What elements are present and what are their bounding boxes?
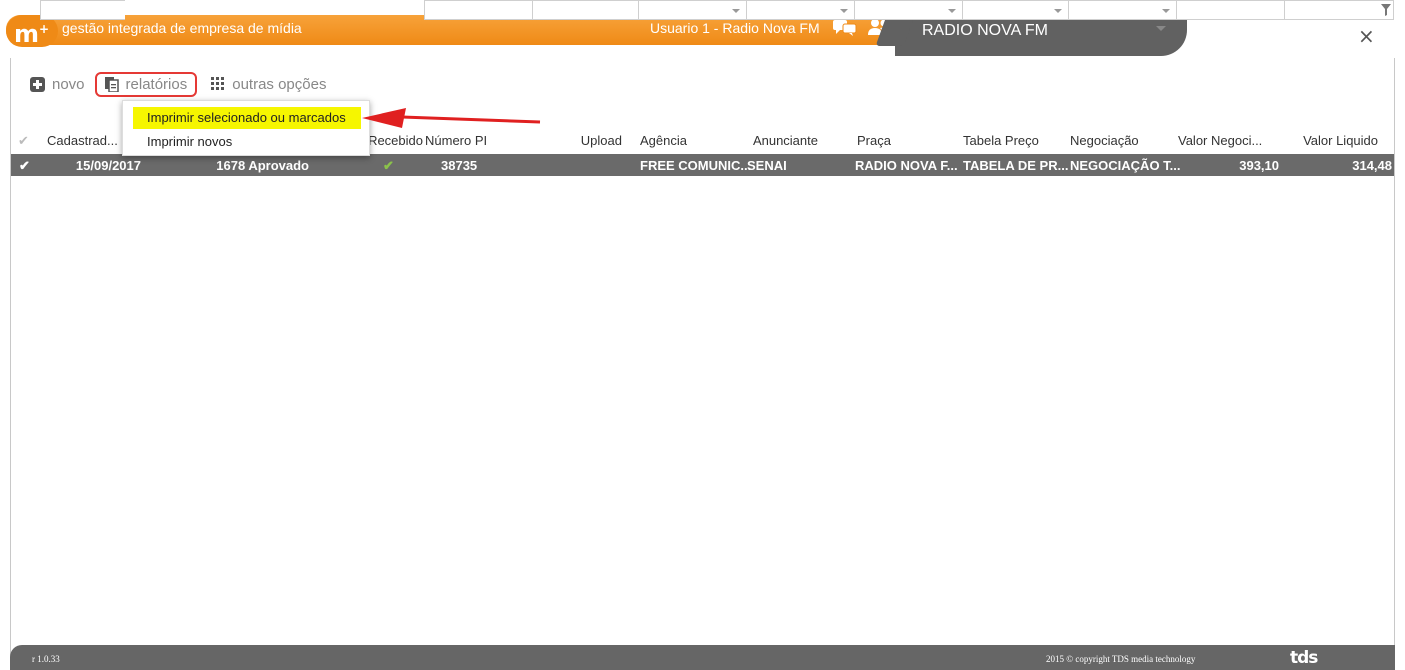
column-header-price-table[interactable]: Tabela Preço bbox=[963, 133, 1039, 151]
app-window: m+ gestão integrada de empresa de mídia … bbox=[0, 0, 1405, 670]
column-header-market[interactable]: Praça bbox=[857, 133, 891, 151]
reports-button[interactable]: relatórios bbox=[94, 71, 198, 97]
cell-price-table: TABELA DE PR... bbox=[963, 158, 1069, 173]
logo-text: m bbox=[14, 20, 40, 48]
filter-negotiated-value[interactable] bbox=[1176, 0, 1284, 20]
cell-advertiser: SENAI bbox=[747, 158, 787, 173]
row-check-icon[interactable]: ✔ bbox=[19, 158, 30, 174]
column-header-advertiser[interactable]: Anunciante bbox=[730, 133, 818, 151]
chevron-down-icon bbox=[1162, 9, 1170, 13]
close-button[interactable]: × bbox=[1358, 26, 1375, 46]
filter-advertiser[interactable] bbox=[746, 0, 854, 20]
reports-menu: Imprimir selecionado ou marcados Imprimi… bbox=[122, 100, 370, 156]
new-label: novo bbox=[52, 75, 85, 93]
filter-agency[interactable] bbox=[638, 0, 746, 20]
column-header-negotiation[interactable]: Negociação bbox=[1070, 133, 1139, 151]
column-header-agency[interactable]: Agência bbox=[640, 133, 687, 151]
filter-upload[interactable] bbox=[532, 0, 638, 20]
cell-date: 15/09/2017 bbox=[75, 158, 141, 173]
cell-net-value: 314,48 bbox=[1352, 158, 1392, 173]
version-label: r 1.0.33 bbox=[32, 654, 60, 664]
filter-icon[interactable] bbox=[1381, 4, 1391, 16]
column-header-date[interactable]: Cadastrad... bbox=[47, 133, 118, 151]
filter-pi-number[interactable] bbox=[424, 0, 532, 20]
filter-date[interactable] bbox=[40, 0, 125, 20]
filter-price-table[interactable] bbox=[962, 0, 1068, 20]
more-options-label: outras opções bbox=[232, 75, 327, 93]
new-button[interactable]: novo bbox=[30, 76, 85, 93]
filter-net-value[interactable] bbox=[1284, 0, 1394, 20]
app-title: gestão integrada de empresa de mídia bbox=[62, 20, 302, 36]
copyright-label: 2015 © copyright TDS media technology bbox=[1046, 654, 1196, 664]
select-all-checkbox[interactable]: ✔ bbox=[18, 133, 29, 151]
reports-label: relatórios bbox=[125, 75, 188, 93]
cell-agency: FREE COMUNIC... bbox=[640, 158, 752, 173]
menu-item-print-new[interactable]: Imprimir novos bbox=[133, 131, 244, 153]
grid-dots-icon bbox=[211, 77, 225, 90]
column-header-received[interactable]: Recebido bbox=[365, 133, 423, 151]
chevron-down-icon bbox=[1054, 9, 1062, 13]
column-header-net-value[interactable]: Valor Liquido bbox=[1280, 133, 1378, 151]
user-label[interactable]: Usuario 1 - Radio Nova FM bbox=[650, 20, 820, 36]
footer: r 1.0.33 2015 © copyright TDS media tech… bbox=[10, 645, 1395, 670]
station-name[interactable]: RADIO NOVA FM bbox=[922, 22, 1048, 40]
toolbar: novo relatórios outras opções bbox=[30, 71, 340, 97]
cell-status: 1678 Aprovado bbox=[216, 158, 309, 173]
cell-received-check-icon: ✔ bbox=[383, 158, 394, 173]
document-icon bbox=[104, 76, 119, 92]
more-options-button[interactable]: outras opções bbox=[211, 76, 326, 93]
column-header-pi-number[interactable]: Número PI bbox=[425, 133, 487, 151]
chevron-down-icon bbox=[732, 9, 740, 13]
logo-sup: + bbox=[39, 22, 50, 36]
annotation-arrow-icon bbox=[362, 108, 541, 128]
menu-item-print-selected[interactable]: Imprimir selecionado ou marcados bbox=[133, 107, 361, 129]
filter-negotiation[interactable] bbox=[1068, 0, 1176, 20]
chat-icon[interactable] bbox=[832, 18, 858, 38]
tds-logo: tds bbox=[1290, 648, 1318, 668]
column-header-upload[interactable]: Upload bbox=[540, 133, 622, 151]
chevron-down-icon bbox=[840, 9, 848, 13]
chevron-down-icon bbox=[948, 9, 956, 13]
plus-square-icon bbox=[30, 76, 45, 92]
chevron-down-icon[interactable] bbox=[1156, 26, 1166, 31]
cell-market: RADIO NOVA F... bbox=[855, 158, 958, 173]
table-row[interactable]: ✔ 15/09/2017 1678 Aprovado ✔ 38735 FREE … bbox=[11, 154, 1394, 176]
column-header-negotiated-value[interactable]: Valor Negoci... bbox=[1178, 133, 1262, 151]
filter-market[interactable] bbox=[854, 0, 962, 20]
cell-pi-number: 38735 bbox=[441, 158, 478, 173]
cell-negotiation: NEGOCIAÇÃO T... bbox=[1070, 158, 1181, 173]
cell-negotiated-value: 393,10 bbox=[1239, 158, 1279, 173]
